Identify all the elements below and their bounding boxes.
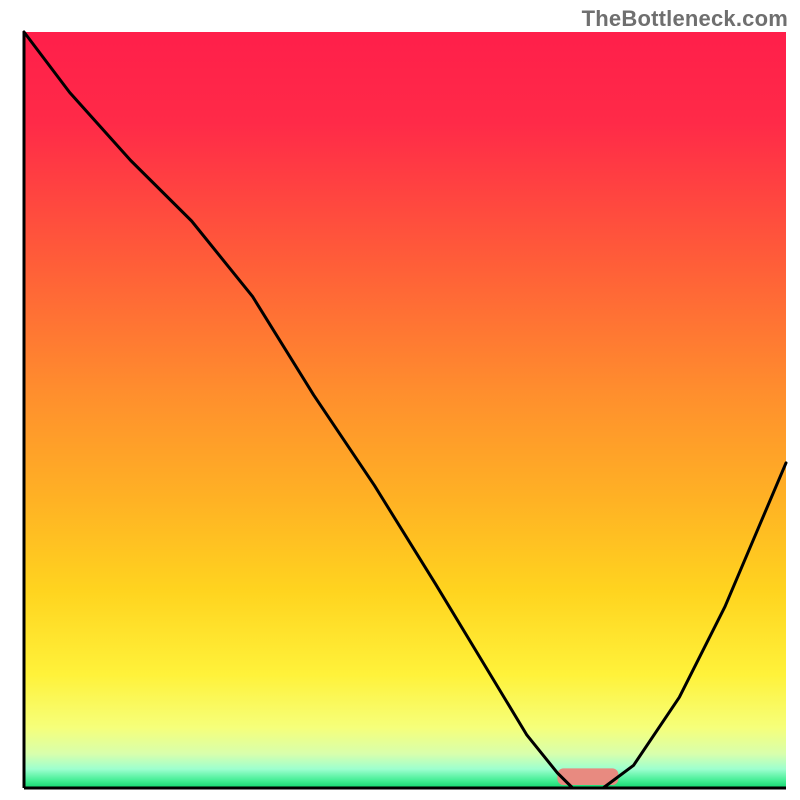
bottleneck-chart <box>0 0 800 800</box>
watermark-text: TheBottleneck.com <box>582 6 788 32</box>
chart-container: TheBottleneck.com <box>0 0 800 800</box>
gradient-background <box>24 32 786 788</box>
